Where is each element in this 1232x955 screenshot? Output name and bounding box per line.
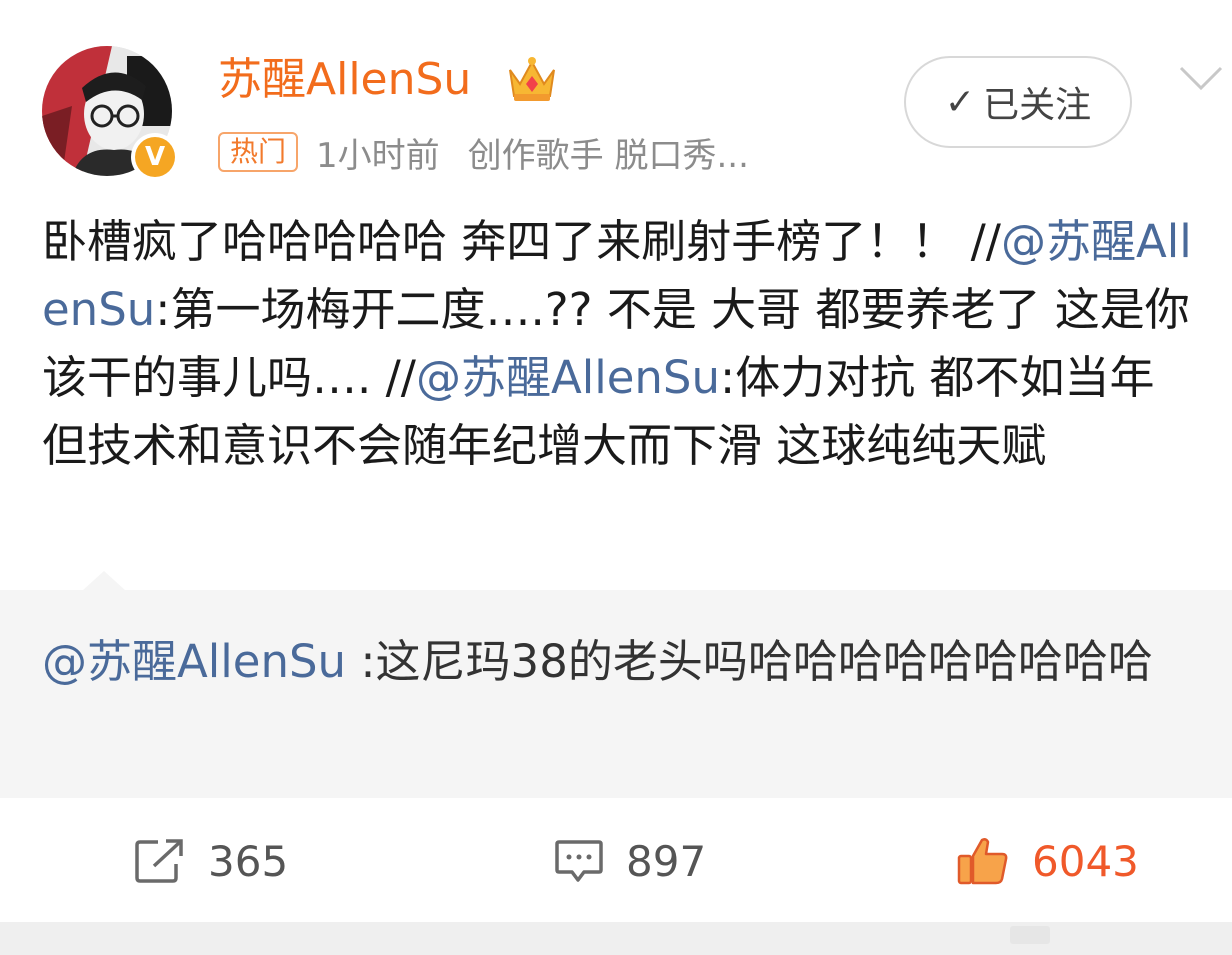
action-bar: 365 897 6043	[0, 798, 1232, 922]
post-time: 1小时前	[316, 135, 440, 176]
post-header: V 苏醒AllenSu 热门 1小时前 创作歌手 脱口秀... ✓ 已关注	[0, 0, 1232, 200]
repost-count: 365	[208, 836, 289, 886]
repost-notch	[82, 571, 126, 591]
repost-text: @苏醒AllenSu :这尼玛38的老头吗哈哈哈哈哈哈哈哈哈	[42, 628, 1202, 696]
verified-badge: V	[131, 133, 179, 181]
comment-button[interactable]: 897	[554, 834, 706, 888]
repost-button[interactable]: 365	[134, 834, 288, 888]
check-icon: ✓	[944, 81, 976, 123]
mention-link[interactable]: @苏醒AllenSu	[416, 351, 720, 404]
follow-label: 已关注	[983, 85, 1092, 126]
like-button[interactable]: 6043	[956, 834, 1139, 888]
post-text: 卧槽疯了哈哈哈哈哈 奔四了来刷射手榜了！！ //@苏醒AllenSu:第一场梅开…	[42, 208, 1202, 480]
share-icon	[135, 839, 183, 883]
repost-mention-link[interactable]: @苏醒AllenSu	[42, 635, 346, 688]
crown-icon	[509, 57, 555, 101]
comment-count: 897	[626, 836, 707, 886]
post-text-part: 卧槽疯了哈哈哈哈哈 奔四了来刷射手榜了！！ //	[42, 215, 1001, 268]
chevron-down-icon[interactable]	[1178, 64, 1224, 94]
repost-content: :这尼玛38的老头吗哈哈哈哈哈哈哈哈哈	[346, 635, 1153, 688]
comment-icon	[555, 840, 603, 882]
thumbs-up-icon	[957, 838, 1008, 885]
hot-badge: 热门	[218, 132, 299, 172]
follow-button[interactable]: ✓ 已关注	[904, 56, 1132, 148]
watermark	[1010, 926, 1050, 944]
meta-row: 热门 1小时前 创作歌手 脱口秀...	[218, 128, 749, 176]
user-tags: 创作歌手 脱口秀...	[467, 135, 749, 176]
like-count: 6043	[1032, 836, 1139, 886]
verified-icon: V	[135, 137, 175, 177]
username[interactable]: 苏醒AllenSu	[218, 50, 471, 110]
